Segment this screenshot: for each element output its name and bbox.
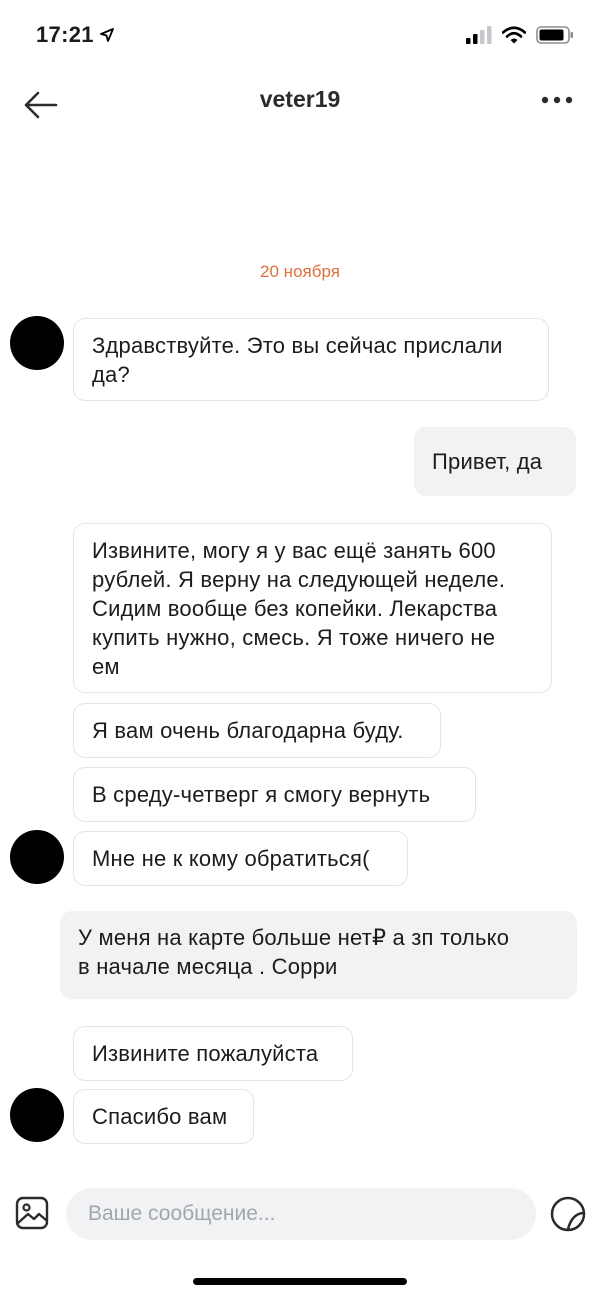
status-bar-time: 17:21 — [36, 22, 114, 48]
avatar[interactable] — [10, 1088, 64, 1142]
attach-image-button[interactable] — [14, 1195, 50, 1231]
message-incoming[interactable]: В среду-четверг я смогу вернуть — [73, 767, 476, 822]
image-icon — [15, 1196, 49, 1230]
message-incoming[interactable]: Здравствуйте. Это вы сейчас прислали да? — [73, 318, 549, 401]
sticker-icon — [550, 1196, 586, 1232]
message-incoming[interactable]: Мне не к кому обратиться( — [73, 831, 408, 886]
avatar[interactable] — [10, 316, 64, 370]
message-outgoing[interactable]: У меня на карте больше нет₽ а зп только … — [60, 911, 577, 999]
message-incoming[interactable]: Извините, могу я у вас ещё занять 600 ру… — [73, 523, 552, 693]
message-incoming[interactable]: Извините пожалуйста — [73, 1026, 353, 1081]
avatar[interactable] — [10, 830, 64, 884]
sticker-button[interactable] — [548, 1194, 588, 1234]
battery-icon — [536, 26, 573, 44]
message-incoming[interactable]: Я вам очень благодарна буду. — [73, 703, 441, 758]
more-dots-icon — [541, 96, 573, 104]
wifi-icon — [502, 26, 526, 44]
signal-icon — [466, 26, 492, 44]
location-arrow-icon — [99, 28, 114, 42]
status-bar-icons — [466, 26, 574, 44]
message-outgoing[interactable]: Привет, да — [414, 427, 576, 496]
status-time-text: 17:21 — [36, 22, 94, 47]
chat-title[interactable]: veter19 — [0, 86, 600, 113]
message-incoming[interactable]: Спасибо вам — [73, 1089, 254, 1144]
message-input[interactable] — [66, 1188, 536, 1240]
more-button[interactable] — [540, 90, 574, 110]
date-separator: 20 ноября — [260, 262, 340, 281]
home-indicator[interactable] — [193, 1278, 407, 1285]
